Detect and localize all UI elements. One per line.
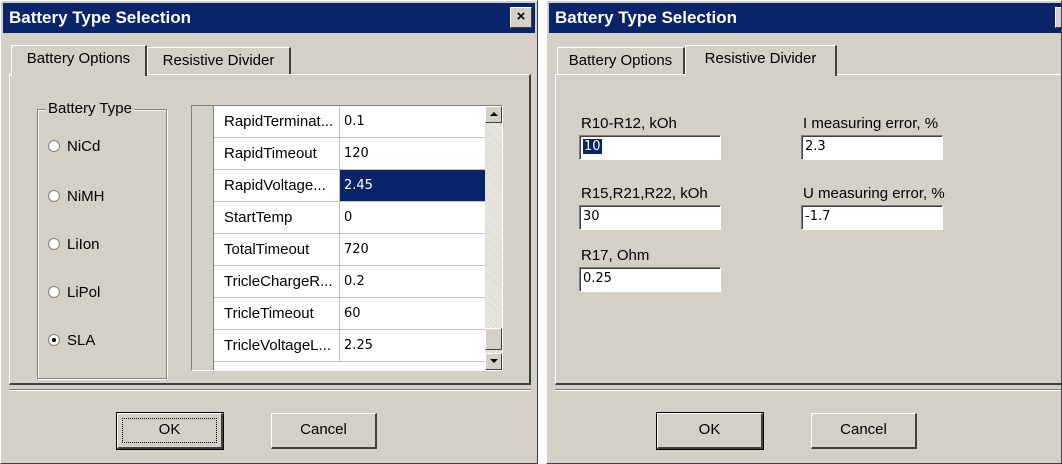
parameters-grid[interactable]: RapidTerminat... 0.1 RapidTimeout 120 Ra…: [191, 105, 503, 371]
grid-fixed-column: [192, 106, 214, 370]
dialog-title: Battery Type Selection: [555, 8, 738, 27]
radio-nimh[interactable]: NiMH: [48, 188, 105, 206]
grid-row[interactable]: TricleVoltageL... 2.25: [214, 330, 486, 362]
dialog-title-bar[interactable]: Battery Type Selection ×: [3, 3, 535, 33]
i-error-input[interactable]: 2.3: [801, 135, 943, 160]
ok-button[interactable]: OK: [656, 412, 764, 450]
tab-resistive-divider[interactable]: Resistive Divider: [685, 45, 837, 76]
dialog-title: Battery Type Selection: [9, 8, 192, 27]
dialog-title-bar[interactable]: Battery Type Selection ×: [549, 3, 1061, 33]
grid-param-value[interactable]: 2.25: [340, 330, 486, 361]
u-error-input[interactable]: -1.7: [801, 205, 943, 230]
tab-label: Battery Options: [568, 52, 673, 69]
tab-battery-options[interactable]: Battery Options: [557, 47, 685, 74]
cancel-button[interactable]: Cancel: [271, 413, 377, 449]
grid-param-value[interactable]: 0.2: [340, 266, 486, 297]
grid-param-value[interactable]: 120: [340, 138, 486, 169]
grid-param-value[interactable]: 60: [340, 298, 486, 329]
grid-param-value[interactable]: 0.1: [340, 106, 486, 137]
grid-param-name: StartTemp: [214, 202, 340, 233]
scroll-down-button[interactable]: [485, 353, 502, 370]
scroll-thumb[interactable]: [485, 328, 502, 350]
group-label: Battery Type: [46, 100, 134, 118]
grid-param-value[interactable]: 720: [340, 234, 486, 265]
radio-label: NiMH: [67, 188, 105, 205]
cancel-button[interactable]: Cancel: [811, 413, 917, 449]
battery-options-dialog: Battery Type Selection × Battery Options…: [0, 0, 538, 464]
tab-label: Resistive Divider: [704, 50, 817, 67]
grid-param-value[interactable]: 0: [340, 202, 486, 233]
grid-param-name: TricleVoltageL...: [214, 330, 340, 361]
grid-row-selected[interactable]: RapidVoltage... 2.45: [214, 170, 486, 202]
close-icon[interactable]: ×: [1055, 7, 1061, 28]
arrow-down-icon: [490, 359, 498, 363]
footer-separator: [9, 389, 531, 391]
r17-value: 0.25: [583, 271, 612, 286]
radio-circle-icon: [48, 140, 60, 152]
grid-row[interactable]: RapidTerminat... 0.1: [214, 106, 486, 138]
radio-lipol[interactable]: LiPol: [48, 284, 100, 302]
grid-param-name: RapidVoltage...: [214, 170, 340, 201]
radio-circle-icon: [48, 238, 60, 250]
r15-r21-r22-value: 30: [583, 209, 600, 224]
cancel-button-label: Cancel: [840, 421, 887, 438]
focus-rectangle: [122, 418, 217, 443]
i-error-value: 2.3: [805, 139, 826, 154]
tab-label: Resistive Divider: [162, 52, 275, 69]
radio-selected-icon: [48, 334, 60, 346]
resistive-divider-dialog: Battery Type Selection × Battery Options…: [546, 0, 1062, 464]
close-icon[interactable]: ×: [510, 7, 532, 28]
footer-separator: [555, 389, 1061, 391]
r10-r12-label: R10-R12, kOh: [581, 115, 677, 132]
r10-r12-value: 10: [583, 139, 602, 154]
radio-nicd[interactable]: NiCd: [48, 138, 100, 156]
ok-button[interactable]: OK: [116, 412, 224, 450]
i-error-label: I measuring error, %: [803, 115, 939, 132]
grid-param-name: TricleChargeR...: [214, 266, 340, 297]
scroll-up-button[interactable]: [485, 106, 502, 123]
grid-param-name: TricleTimeout: [214, 298, 340, 329]
cancel-button-label: Cancel: [300, 421, 347, 438]
r15-r21-r22-label: R15,R21,R22, kOh: [581, 185, 708, 202]
grid-row[interactable]: RapidTimeout 120: [214, 138, 486, 170]
radio-label: SLA: [67, 332, 96, 349]
radio-circle-icon: [48, 190, 60, 202]
u-error-label: U measuring error, %: [803, 185, 945, 202]
grid-row[interactable]: TricleChargeR... 0.2: [214, 266, 486, 298]
grid-param-name: RapidTimeout: [214, 138, 340, 169]
tab-resistive-divider[interactable]: Resistive Divider: [147, 47, 291, 74]
grid-param-value-selected[interactable]: 2.45: [340, 170, 486, 201]
r17-label: R17, Ohm: [581, 247, 650, 264]
u-error-value: -1.7: [805, 209, 831, 224]
grid-param-name: RapidTerminat...: [214, 106, 340, 137]
r15-r21-r22-input[interactable]: 30: [579, 205, 721, 230]
grid-param-name: TotalTimeout: [214, 234, 340, 265]
grid-row[interactable]: TotalTimeout 720: [214, 234, 486, 266]
tab-battery-options[interactable]: Battery Options: [11, 45, 147, 76]
grid-row[interactable]: TricleTimeout 60: [214, 298, 486, 330]
radio-circle-icon: [48, 286, 60, 298]
arrow-up-icon: [490, 112, 498, 116]
radio-label: LiPol: [67, 284, 101, 301]
radio-liion[interactable]: LiIon: [48, 236, 100, 254]
radio-label: LiIon: [67, 236, 100, 253]
radio-label: NiCd: [67, 138, 101, 155]
r17-input[interactable]: 0.25: [579, 267, 721, 292]
r10-r12-input[interactable]: 10: [579, 135, 721, 160]
ok-button-label: OK: [698, 421, 721, 438]
radio-sla[interactable]: SLA: [48, 332, 95, 350]
grid-row[interactable]: StartTemp 0: [214, 202, 486, 234]
grid-vertical-scrollbar[interactable]: [485, 106, 502, 370]
tab-label: Battery Options: [26, 50, 131, 67]
